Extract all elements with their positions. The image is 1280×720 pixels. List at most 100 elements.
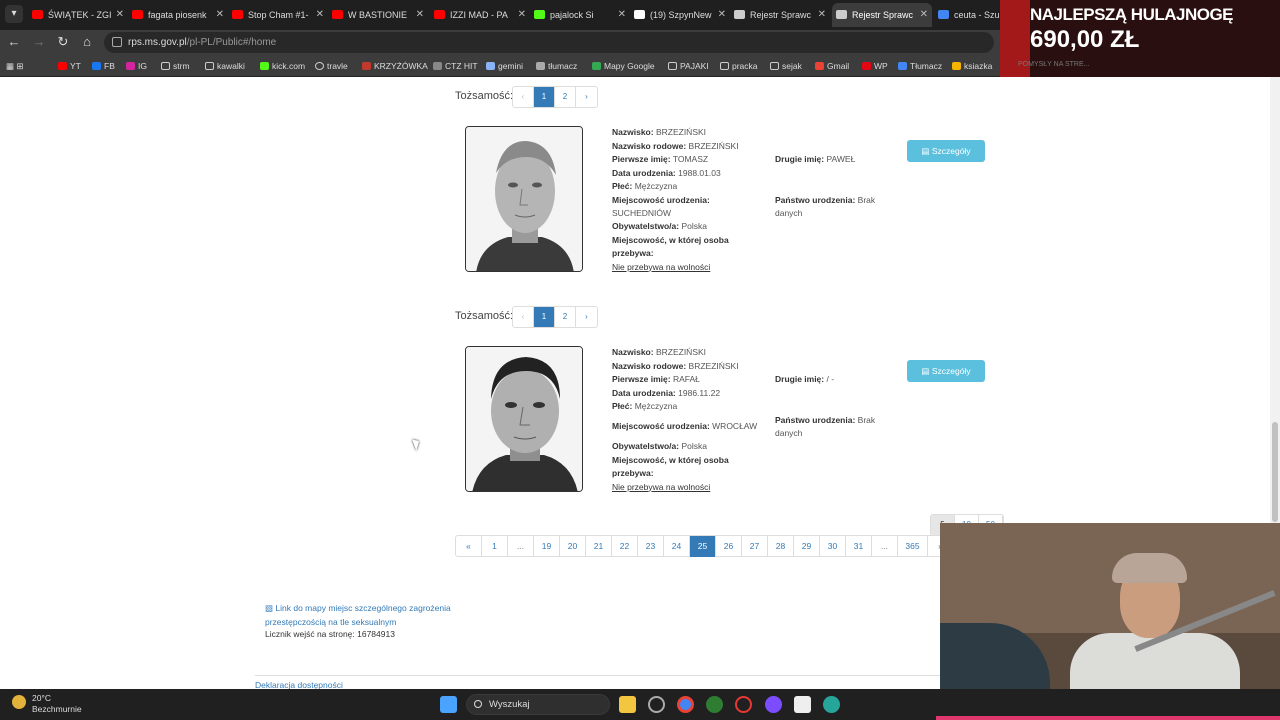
reload-icon[interactable]: ↻	[55, 34, 71, 50]
bookmark-item[interactable]: tłumacz	[536, 59, 577, 73]
details-button[interactable]: ▤ Szczegóły	[907, 140, 985, 162]
folder-icon	[161, 62, 170, 70]
pagination-ellipsis: ...	[508, 536, 534, 557]
pagination-page[interactable]: 20	[560, 536, 586, 557]
browser-tab[interactable]: (19) SzpynNew ✕	[630, 3, 730, 27]
pagination-page[interactable]: 1	[482, 536, 508, 557]
forward-icon[interactable]: →	[31, 34, 47, 50]
details-button[interactable]: ▤ Szczegóły	[907, 360, 985, 382]
offender-record: Nazwisko: BRZEZIŃSKI Nazwisko rodowe: BR…	[455, 126, 1005, 276]
close-tab-icon[interactable]: ✕	[518, 3, 526, 27]
close-tab-icon[interactable]: ✕	[618, 3, 626, 27]
taskbar-search[interactable]: Wyszukaj	[466, 694, 610, 715]
divider	[255, 675, 945, 676]
messenger-icon[interactable]	[765, 696, 782, 713]
shield-app-icon[interactable]	[706, 696, 723, 713]
bookmark-item[interactable]: Gmail	[815, 59, 849, 73]
pagination-first[interactable]: «	[456, 536, 482, 557]
bookmark-grid-icon[interactable]: ▦ ⊞	[6, 59, 24, 73]
residence-link[interactable]: Nie przebywa na wolności	[612, 482, 710, 492]
pagination-page[interactable]: 31	[846, 536, 872, 557]
pagination-page[interactable]: 23	[638, 536, 664, 557]
bookmark-item[interactable]: travle	[315, 59, 348, 73]
browser-tab[interactable]: pajalock Si ✕	[530, 3, 630, 27]
pagination-page[interactable]: 365	[898, 536, 928, 557]
field-birthplace: Miejscowość urodzenia: SUCHEDNIÓW	[612, 194, 710, 219]
identity-prev[interactable]: ‹	[513, 87, 534, 107]
chrome-icon[interactable]	[677, 696, 694, 713]
bookmark-item[interactable]: gemini	[486, 59, 523, 73]
crime-map-link[interactable]: ▧ Link do mapy miejsc szczególnego zagro…	[265, 602, 465, 629]
pagination-page[interactable]: 28	[768, 536, 794, 557]
pagination-page[interactable]: 24	[664, 536, 690, 557]
bookmark-item[interactable]: YT	[58, 59, 81, 73]
opera-icon[interactable]	[735, 696, 752, 713]
identity-page-2[interactable]: 2	[555, 87, 576, 107]
bookmark-item[interactable]: KRZYŻÓWKA	[362, 59, 428, 73]
close-tab-icon[interactable]: ✕	[718, 3, 726, 27]
youtube-icon	[232, 10, 243, 19]
site-info-icon[interactable]	[112, 37, 122, 47]
bookmark-item[interactable]: strm	[161, 59, 190, 73]
pagination-current-page[interactable]: 25	[690, 536, 716, 557]
tab-search-menu-icon[interactable]: ▾	[5, 5, 23, 23]
folder-icon	[668, 62, 677, 70]
identity-next[interactable]: ›	[576, 307, 597, 327]
close-tab-icon[interactable]: ✕	[216, 3, 224, 27]
bookmark-item[interactable]: IG	[126, 59, 147, 73]
field-sex: Płeć: Mężczyzna	[612, 401, 678, 411]
bookmark-item[interactable]: CTZ HIT	[433, 59, 478, 73]
close-tab-icon[interactable]: ✕	[920, 3, 928, 27]
browser-tab-active[interactable]: Rejestr Sprawc ✕	[832, 3, 932, 27]
url-path: /pl-PL/Public#/home	[186, 37, 277, 48]
browser-tab[interactable]: W BASTIONIE ✕	[328, 3, 428, 27]
bookmark-item[interactable]: pracka	[720, 59, 758, 73]
residence-link[interactable]: Nie przebywa na wolności	[612, 262, 710, 272]
bookmark-item[interactable]: WP	[862, 59, 888, 73]
bookmark-item[interactable]: kawalki	[205, 59, 245, 73]
pagination-page[interactable]: 22	[612, 536, 638, 557]
notepad-icon[interactable]	[794, 696, 811, 713]
bookmark-item[interactable]: Tłumacz	[898, 59, 942, 73]
pagination-page[interactable]: 29	[794, 536, 820, 557]
identity-next[interactable]: ›	[576, 87, 597, 107]
identity-page-1[interactable]: 1	[534, 307, 555, 327]
accessibility-declaration-link[interactable]: Deklaracja dostępności	[255, 680, 343, 689]
weather-temp: 20°C	[32, 693, 51, 703]
pagination-page[interactable]: 19	[534, 536, 560, 557]
address-bar[interactable]: rps.ms.gov.pl/pl-PL/Public#/home	[104, 32, 994, 53]
bookmark-item[interactable]: PAJAKI	[668, 59, 709, 73]
scrollbar-thumb[interactable]	[1272, 422, 1278, 522]
browser-tab[interactable]: IZZI MAD - PA ✕	[430, 3, 530, 27]
start-menu-icon[interactable]	[440, 696, 457, 713]
browser-tab[interactable]: Rejestr Sprawc ✕	[730, 3, 830, 27]
file-explorer-icon[interactable]	[619, 696, 636, 713]
bookmark-item[interactable]: Mapy Google	[592, 59, 655, 73]
app-icon[interactable]	[648, 696, 665, 713]
close-tab-icon[interactable]: ✕	[316, 3, 324, 27]
gemini-icon	[486, 62, 495, 70]
close-tab-icon[interactable]: ✕	[116, 3, 124, 27]
browser-tab[interactable]: Stop Cham #1- ✕	[228, 3, 328, 27]
pagination-page[interactable]: 30	[820, 536, 846, 557]
identity-page-1[interactable]: 1	[534, 87, 555, 107]
identity-prev[interactable]: ‹	[513, 307, 534, 327]
pagination-page[interactable]: 21	[586, 536, 612, 557]
close-tab-icon[interactable]: ✕	[416, 3, 424, 27]
bookmark-item[interactable]: sejak	[770, 59, 802, 73]
network-app-icon[interactable]	[823, 696, 840, 713]
bookmark-item[interactable]: ksiazka	[952, 59, 992, 73]
home-icon[interactable]: ⌂	[79, 34, 95, 50]
browser-tab[interactable]: fagata piosenk ✕	[128, 3, 228, 27]
identity-page-2[interactable]: 2	[555, 307, 576, 327]
back-icon[interactable]: ←	[6, 34, 22, 50]
pagination-page[interactable]: 27	[742, 536, 768, 557]
browser-tab[interactable]: ceuta - Szuka	[934, 3, 1000, 27]
weather-widget[interactable]: 20°C Bezchmurnie	[12, 693, 82, 715]
stream-overlay-ad: NAJLEPSZĄ HULAJNOGĘ 690,00 ZŁ POMYSŁY NA…	[1000, 0, 1280, 77]
pagination-page[interactable]: 26	[716, 536, 742, 557]
bookmark-item[interactable]: kick.com	[260, 59, 305, 73]
close-tab-icon[interactable]: ✕	[818, 3, 826, 27]
bookmark-item[interactable]: FB	[92, 59, 115, 73]
browser-tab[interactable]: ŚWIĄTEK - ZGI ✕	[28, 3, 128, 27]
